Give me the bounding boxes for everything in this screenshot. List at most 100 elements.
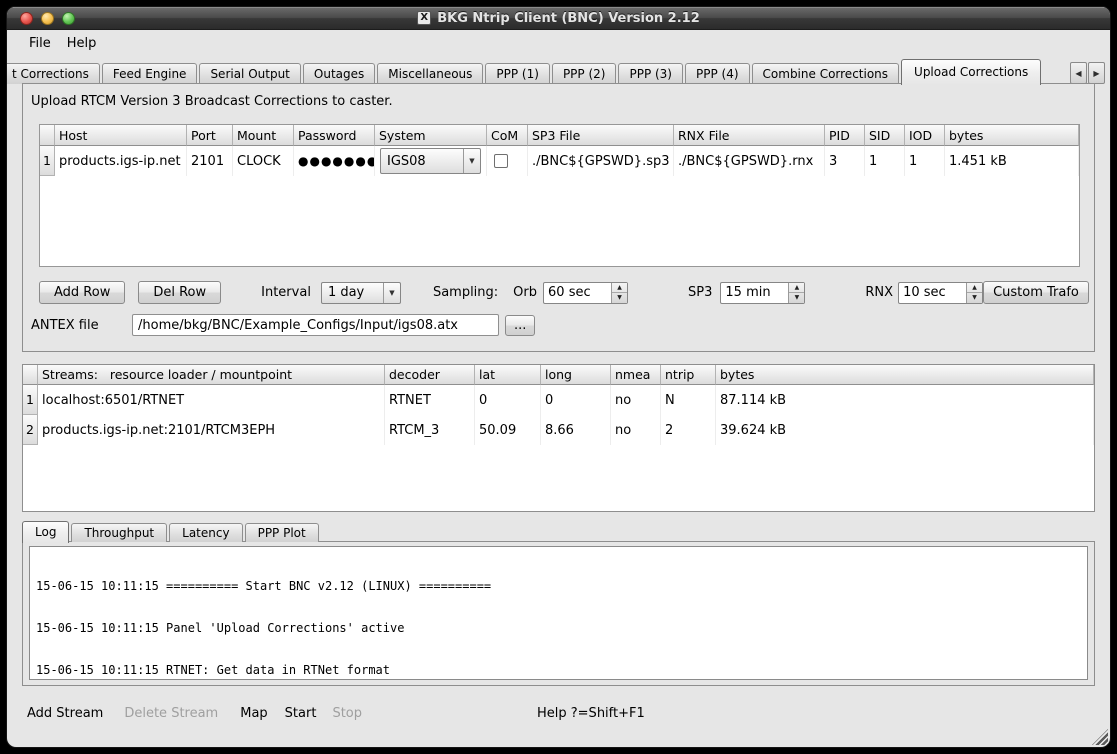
chevron-left-icon: ◀ [1075, 69, 1081, 78]
column-header-lat: lat [475, 365, 541, 385]
tab-throughput[interactable]: Throughput [71, 523, 167, 542]
spin-buttons: ▲ ▼ [966, 283, 982, 303]
stop-button[interactable]: Stop [332, 706, 362, 721]
tab-outages[interactable]: Outages [303, 63, 375, 84]
rnx-label: RNX [865, 285, 893, 300]
column-header-mount: Mount [233, 125, 294, 146]
spin-up-icon[interactable]: ▲ [612, 283, 627, 294]
stream-cell-ntrip[interactable]: N [661, 385, 716, 415]
com-checkbox[interactable] [494, 154, 508, 168]
cell-iod[interactable]: 1 [905, 146, 945, 176]
tab-ppp-3[interactable]: PPP (3) [618, 63, 683, 84]
main-tabbar: t Corrections Feed Engine Serial Output … [7, 57, 1105, 84]
app-window: X BKG Ntrip Client (BNC) Version 2.12 Fi… [7, 7, 1110, 747]
menubar: File Help [7, 31, 1110, 56]
tab-feed-engine[interactable]: Feed Engine [102, 63, 198, 84]
x11-app-icon: X [417, 11, 431, 25]
tab-combine-corrections[interactable]: Combine Corrections [752, 63, 900, 84]
cell-bytes: 1.451 kB [945, 146, 1079, 176]
tab-broadcast-corrections-partial[interactable]: t Corrections [7, 63, 100, 84]
resize-grip[interactable] [1092, 729, 1108, 745]
chevron-right-icon: ▶ [1093, 69, 1099, 78]
column-header-bytes: bytes [945, 125, 1079, 146]
tab-serial-output[interactable]: Serial Output [199, 63, 300, 84]
close-button[interactable] [20, 12, 33, 25]
tab-upload-corrections[interactable]: Upload Corrections [901, 59, 1041, 85]
start-button[interactable]: Start [285, 706, 317, 721]
chevron-down-icon[interactable]: ▼ [463, 149, 480, 173]
delete-stream-button[interactable]: Delete Stream [124, 706, 218, 721]
stream-cell-ntrip[interactable]: 2 [661, 415, 716, 445]
interval-combobox[interactable]: 1 day ▼ [321, 282, 401, 304]
cell-host[interactable]: products.igs-ip.net [55, 146, 187, 176]
zoom-button[interactable] [62, 12, 75, 25]
cell-sp3-file[interactable]: ./BNC${GPSWD}.sp3 [528, 146, 674, 176]
map-button[interactable]: Map [240, 706, 267, 721]
browse-button[interactable]: ... [505, 315, 535, 336]
stream-cell-lat[interactable]: 50.09 [475, 415, 541, 445]
titlebar[interactable]: X BKG Ntrip Client (BNC) Version 2.12 [7, 7, 1110, 30]
menu-help[interactable]: Help [59, 33, 105, 54]
tab-miscellaneous[interactable]: Miscellaneous [377, 63, 483, 84]
sp3-sampling-spinbox[interactable]: 15 min ▲ ▼ [720, 282, 805, 304]
stream-cell-decoder[interactable]: RTCM_3 [385, 415, 475, 445]
cell-port[interactable]: 2101 [187, 146, 233, 176]
custom-trafo-button[interactable]: Custom Trafo [983, 281, 1089, 304]
menu-file[interactable]: File [21, 33, 59, 54]
column-header-com: CoM [487, 125, 528, 146]
add-row-button[interactable]: Add Row [39, 281, 125, 304]
orb-sampling-value: 60 sec [544, 283, 611, 303]
spin-down-icon[interactable]: ▼ [789, 293, 804, 303]
spin-down-icon[interactable]: ▼ [612, 293, 627, 303]
cell-pid[interactable]: 3 [825, 146, 865, 176]
tab-ppp-2[interactable]: PPP (2) [552, 63, 617, 84]
stream-cell-mountpoint[interactable]: localhost:6501/RTNET [38, 385, 385, 415]
stream-cell-long[interactable]: 0 [541, 385, 611, 415]
stream-cell-nmea[interactable]: no [611, 385, 661, 415]
cell-password[interactable]: ●●●●●●● [294, 146, 375, 176]
stream-cell-decoder[interactable]: RTNET [385, 385, 475, 415]
traffic-lights [20, 12, 75, 25]
tab-scroll-right-button[interactable]: ▶ [1088, 62, 1105, 84]
tab-scroll-left-button[interactable]: ◀ [1070, 62, 1087, 84]
chevron-down-icon[interactable]: ▼ [383, 283, 400, 303]
log-output[interactable]: 15-06-15 10:11:15 ========== Start BNC v… [29, 546, 1088, 680]
cell-mount[interactable]: CLOCK [233, 146, 294, 176]
stream-cell-long[interactable]: 8.66 [541, 415, 611, 445]
del-row-button[interactable]: Del Row [138, 281, 221, 304]
rnx-sampling-spinbox[interactable]: 10 sec ▲ ▼ [898, 282, 983, 304]
orb-label: Orb [513, 285, 537, 300]
tab-ppp-plot[interactable]: PPP Plot [245, 523, 319, 542]
cell-sid[interactable]: 1 [865, 146, 905, 176]
stream-row-header-2: 2 [23, 415, 38, 445]
window-title-text: BKG Ntrip Client (BNC) Version 2.12 [437, 11, 700, 26]
spin-up-icon[interactable]: ▲ [967, 283, 982, 294]
upload-corrections-panel: Upload RTCM Version 3 Broadcast Correcti… [22, 83, 1095, 352]
stream-cell-lat[interactable]: 0 [475, 385, 541, 415]
cell-system: IGS08 ▼ [375, 146, 487, 176]
stream-cell-mountpoint[interactable]: products.igs-ip.net:2101/RTCM3EPH [38, 415, 385, 445]
stream-cell-bytes: 87.114 kB [716, 385, 1094, 415]
minimize-button[interactable] [41, 12, 54, 25]
column-header-pid: PID [825, 125, 865, 146]
column-header-decoder: decoder [385, 365, 475, 385]
spin-down-icon[interactable]: ▼ [967, 293, 982, 303]
stream-cell-nmea[interactable]: no [611, 415, 661, 445]
log-line: 15-06-15 10:11:15 ========== Start BNC v… [36, 579, 1081, 593]
column-header-nmea: nmea [611, 365, 661, 385]
streams-table-empty-area[interactable] [23, 445, 1094, 511]
tab-ppp-1[interactable]: PPP (1) [485, 63, 550, 84]
spin-up-icon[interactable]: ▲ [789, 283, 804, 294]
log-line: 15-06-15 10:11:15 Panel 'Upload Correcti… [36, 621, 1081, 635]
tab-ppp-4[interactable]: PPP (4) [685, 63, 750, 84]
tab-log[interactable]: Log [22, 521, 69, 543]
column-header-rnx-file: RNX File [674, 125, 825, 146]
cell-rnx-file[interactable]: ./BNC${GPSWD}.rnx [674, 146, 825, 176]
system-combobox[interactable]: IGS08 ▼ [380, 148, 481, 174]
antex-file-input[interactable] [132, 314, 499, 336]
add-stream-button[interactable]: Add Stream [27, 706, 103, 721]
panel-description: Upload RTCM Version 3 Broadcast Correcti… [23, 84, 1094, 109]
tab-latency[interactable]: Latency [169, 523, 242, 542]
upload-table-empty-area[interactable] [40, 176, 1079, 266]
orb-sampling-spinbox[interactable]: 60 sec ▲ ▼ [543, 282, 628, 304]
